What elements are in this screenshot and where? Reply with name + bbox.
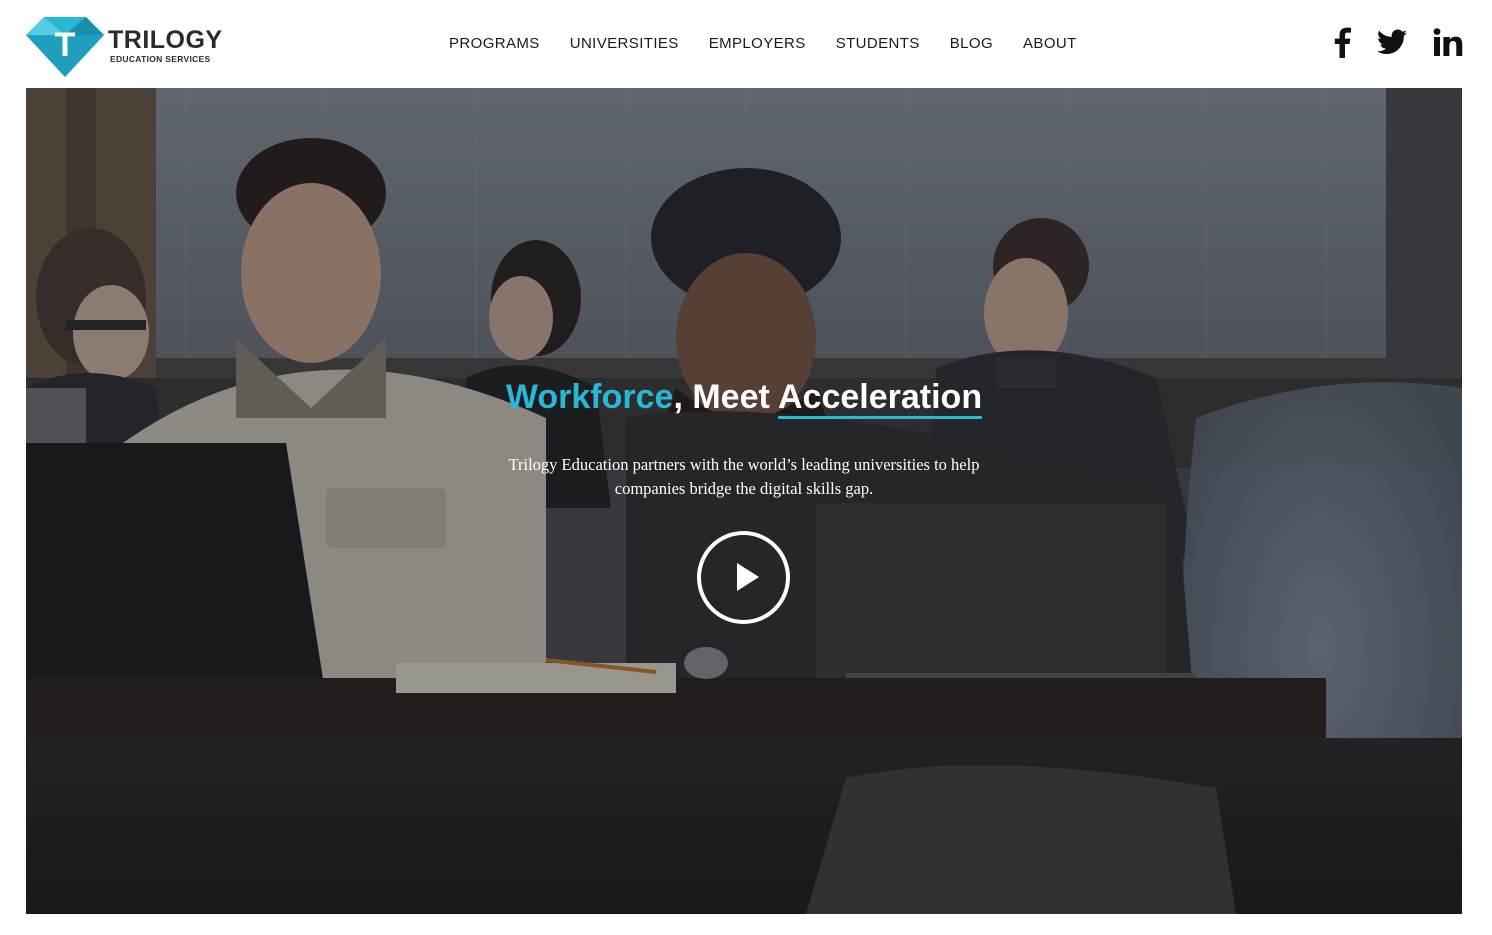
social-links xyxy=(1333,24,1463,60)
linkedin-icon xyxy=(1433,28,1463,56)
nav-item-students[interactable]: STUDENTS xyxy=(836,35,920,52)
hero-title-separator: , xyxy=(673,378,693,416)
logo-tagline: EDUCATION SERVICES xyxy=(110,54,211,64)
hero-section: Workforce, Meet Acceleration Trilogy Edu… xyxy=(26,88,1462,914)
nav-item-employers[interactable]: EMPLOYERS xyxy=(709,35,806,52)
hero-title: Workforce, Meet Acceleration xyxy=(26,375,1462,419)
hero-title-underlined: Acceleration xyxy=(778,378,983,419)
facebook-icon xyxy=(1334,27,1351,58)
linkedin-link[interactable] xyxy=(1433,28,1463,56)
hero-title-middle: Meet xyxy=(692,378,778,416)
main-nav: PROGRAMS UNIVERSITIES EMPLOYERS STUDENTS… xyxy=(449,32,1077,54)
logo-link[interactable]: T TRILOGY EDUCATION SERVICES xyxy=(26,17,226,77)
play-icon xyxy=(737,563,759,591)
logo-wordmark: TRILOGY xyxy=(108,26,223,54)
site-header: T TRILOGY EDUCATION SERVICES PROGRAMS UN… xyxy=(0,0,1492,88)
facebook-link[interactable] xyxy=(1333,26,1351,58)
twitter-link[interactable] xyxy=(1377,29,1407,55)
hero-dark-overlay xyxy=(26,88,1462,914)
nav-item-blog[interactable]: BLOG xyxy=(950,35,993,52)
twitter-icon xyxy=(1377,29,1407,54)
trilogy-logo-icon: T xyxy=(26,17,104,77)
hero-description: Trilogy Education partners with the worl… xyxy=(508,455,980,498)
hero-title-accent: Workforce xyxy=(505,378,674,416)
logo-mark-letter: T xyxy=(55,26,76,64)
nav-item-programs[interactable]: PROGRAMS xyxy=(449,35,540,52)
play-video-button[interactable] xyxy=(697,531,790,624)
nav-item-universities[interactable]: UNIVERSITIES xyxy=(570,35,679,52)
nav-item-about[interactable]: ABOUT xyxy=(1023,35,1077,52)
